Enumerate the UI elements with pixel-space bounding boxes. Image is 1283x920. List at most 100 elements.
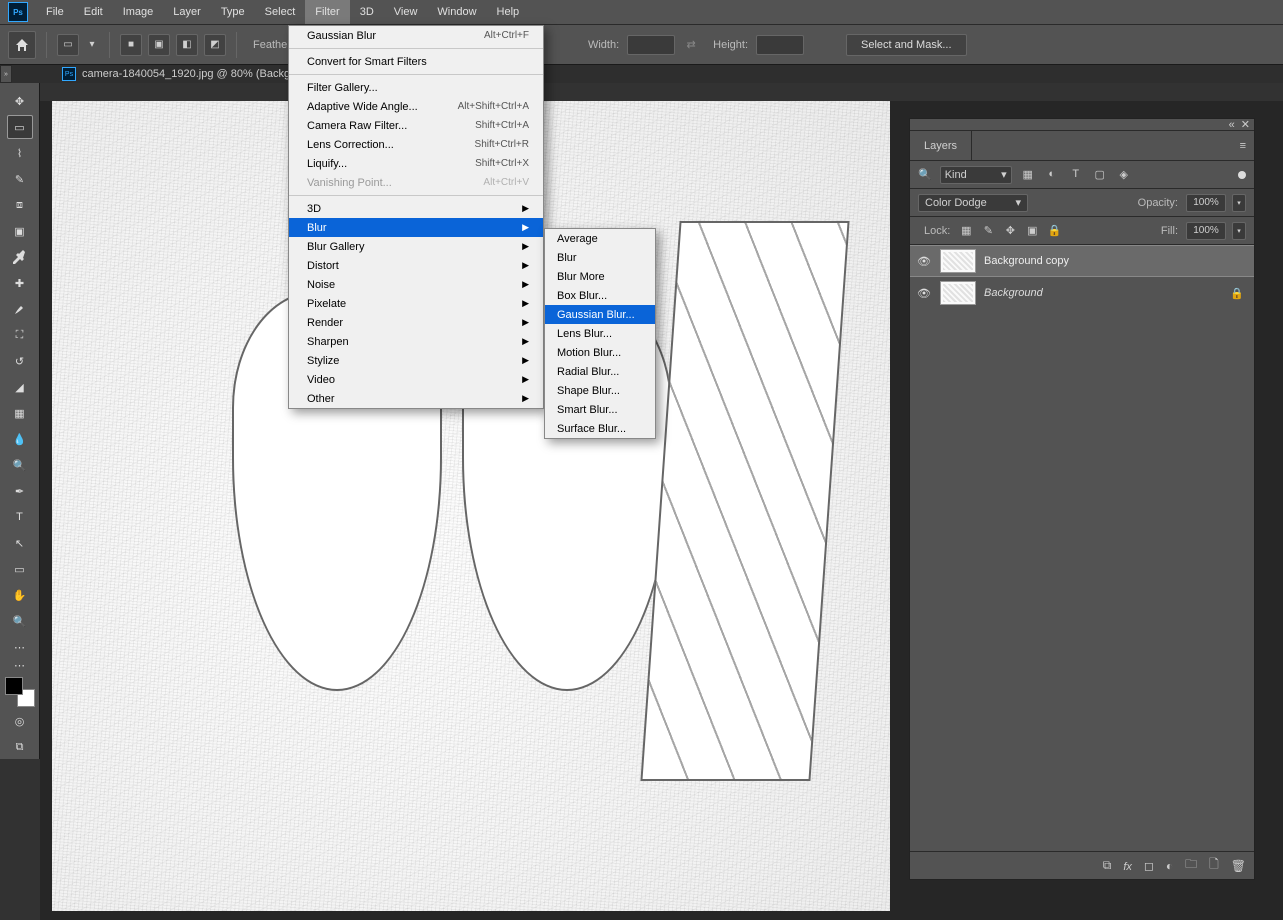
lock-all-icon[interactable]: 🔒 — [1046, 224, 1062, 237]
blur-average[interactable]: Average — [545, 229, 655, 248]
adjustment-layer-icon[interactable]: ◐ — [1166, 859, 1173, 873]
delete-layer-icon[interactable]: 🗑 — [1231, 859, 1246, 873]
layer-name[interactable]: Background — [984, 287, 1043, 299]
tool-gradient[interactable]: ▦ — [7, 401, 33, 425]
menu-image[interactable]: Image — [113, 0, 164, 24]
menu-3d[interactable]: 3D — [350, 0, 384, 24]
filter-noise[interactable]: Noise▶ — [289, 275, 543, 294]
blur-radial[interactable]: Radial Blur... — [545, 362, 655, 381]
layer-thumbnail[interactable] — [940, 249, 976, 273]
visibility-icon[interactable]: 👁 — [916, 287, 932, 300]
filter-render[interactable]: Render▶ — [289, 313, 543, 332]
blur-more[interactable]: Blur More — [545, 267, 655, 286]
filter-sharpen[interactable]: Sharpen▶ — [289, 332, 543, 351]
layer-row[interactable]: 👁 Background 🔒 — [910, 277, 1254, 309]
screen-mode[interactable]: ⧉ — [7, 735, 33, 759]
blend-mode-select[interactable]: Color Dodge ▾ — [918, 194, 1028, 212]
tool-dodge[interactable]: 🔍 — [7, 453, 33, 477]
opacity-field[interactable]: 100% — [1186, 194, 1226, 212]
tool-clone[interactable]: ⛶ — [7, 323, 33, 347]
filter-toggle[interactable] — [1238, 171, 1246, 179]
tool-eraser[interactable]: ◢ — [7, 375, 33, 399]
blur-surface[interactable]: Surface Blur... — [545, 419, 655, 438]
quick-mask[interactable]: ◎ — [7, 709, 33, 733]
filter-kind-select[interactable]: Kind ▾ — [940, 166, 1012, 184]
new-layer-icon[interactable]: 🗋 — [1209, 855, 1219, 876]
tool-path-select[interactable]: ↖ — [7, 531, 33, 555]
blur-smart[interactable]: Smart Blur... — [545, 400, 655, 419]
filter-camera-raw[interactable]: Camera Raw Filter...Shift+Ctrl+A — [289, 116, 543, 135]
layer-fx-icon[interactable]: fx — [1123, 859, 1132, 873]
filter-type-icon[interactable]: T — [1068, 168, 1084, 181]
menu-select[interactable]: Select — [255, 0, 306, 24]
filter-3d[interactable]: 3D▶ — [289, 199, 543, 218]
tool-healing[interactable]: ✚ — [7, 271, 33, 295]
tool-zoom[interactable]: 🔍 — [7, 609, 33, 633]
tool-brush[interactable] — [7, 297, 33, 321]
filter-last-used[interactable]: Gaussian Blur Alt+Ctrl+F — [289, 26, 543, 45]
selection-add[interactable]: ▣ — [148, 34, 170, 56]
selection-subtract[interactable]: ◧ — [176, 34, 198, 56]
filter-adjust-icon[interactable]: ◐ — [1044, 168, 1060, 181]
tool-pen[interactable]: ✒ — [7, 479, 33, 503]
filter-smart-icon[interactable]: ◈ — [1116, 168, 1132, 181]
menu-edit[interactable]: Edit — [74, 0, 113, 24]
filter-liquify[interactable]: Liquify...Shift+Ctrl+X — [289, 154, 543, 173]
selection-new[interactable]: ■ — [120, 34, 142, 56]
tab-layers[interactable]: Layers — [910, 131, 972, 160]
selection-intersect[interactable]: ◩ — [204, 34, 226, 56]
tool-frame[interactable]: ▣ — [7, 219, 33, 243]
filter-convert-smart[interactable]: Convert for Smart Filters — [289, 52, 543, 71]
filter-shape-icon[interactable]: ▢ — [1092, 168, 1108, 181]
filter-other[interactable]: Other▶ — [289, 389, 543, 408]
tool-crop[interactable]: ⧈ — [7, 193, 33, 217]
fill-field[interactable]: 100% — [1186, 222, 1226, 240]
tool-lasso[interactable]: ⌇ — [7, 141, 33, 165]
new-group-icon[interactable]: 🗀 — [1185, 855, 1197, 876]
color-swatches[interactable] — [5, 677, 35, 707]
filter-blur[interactable]: Blur▶ — [289, 218, 543, 237]
tool-type[interactable]: T — [7, 505, 33, 529]
blur-motion[interactable]: Motion Blur... — [545, 343, 655, 362]
filter-gallery[interactable]: Filter Gallery... — [289, 78, 543, 97]
link-layers-icon[interactable]: ⧉ — [1103, 858, 1112, 873]
tool-quick-select[interactable]: ✎ — [7, 167, 33, 191]
tool-eyedropper[interactable] — [7, 245, 33, 269]
filter-stylize[interactable]: Stylize▶ — [289, 351, 543, 370]
height-field[interactable] — [756, 35, 804, 55]
tool-blur[interactable]: 💧 — [7, 427, 33, 451]
panel-collapse-strip[interactable]: » — [0, 65, 12, 83]
tool-history-brush[interactable]: ↺ — [7, 349, 33, 373]
filter-distort[interactable]: Distort▶ — [289, 256, 543, 275]
menu-type[interactable]: Type — [211, 0, 255, 24]
select-and-mask-button[interactable]: Select and Mask... — [846, 34, 967, 56]
filter-lens-correction[interactable]: Lens Correction...Shift+Ctrl+R — [289, 135, 543, 154]
tool-move[interactable]: ✥ — [7, 89, 33, 113]
close-icon[interactable]: ✕ — [1241, 118, 1250, 131]
chevron-down-icon[interactable]: ▾ — [85, 34, 99, 56]
menu-help[interactable]: Help — [487, 0, 530, 24]
lock-artboard-icon[interactable]: ▣ — [1024, 224, 1040, 237]
layer-thumbnail[interactable] — [940, 281, 976, 305]
swap-wh-icon[interactable]: ⇄ — [681, 38, 701, 51]
visibility-icon[interactable]: 👁 — [916, 255, 932, 268]
blur-lens[interactable]: Lens Blur... — [545, 324, 655, 343]
add-mask-icon[interactable]: ◻ — [1144, 859, 1154, 873]
blur-shape[interactable]: Shape Blur... — [545, 381, 655, 400]
filter-pixel-icon[interactable]: ▦ — [1020, 168, 1036, 181]
filter-adaptive-wide-angle[interactable]: Adaptive Wide Angle...Alt+Shift+Ctrl+A — [289, 97, 543, 116]
lock-pixels-icon[interactable]: ✎ — [980, 224, 996, 237]
tool-hand[interactable]: ✋ — [7, 583, 33, 607]
foreground-color-swatch[interactable] — [5, 677, 23, 695]
filter-pixelate[interactable]: Pixelate▶ — [289, 294, 543, 313]
document-tab[interactable]: Ps camera-1840054_1920.jpg @ 80% (Backgr… — [52, 65, 322, 83]
fill-dropdown-icon[interactable]: ▾ — [1232, 222, 1246, 240]
panel-menu-icon[interactable]: ≡ — [1232, 131, 1254, 160]
menu-layer[interactable]: Layer — [163, 0, 211, 24]
tool-marquee[interactable]: ▭ — [7, 115, 33, 139]
tool-edit-toolbar[interactable]: ⋯ — [7, 661, 33, 669]
menu-view[interactable]: View — [384, 0, 428, 24]
tool-shape[interactable]: ▭ — [7, 557, 33, 581]
filter-blur-gallery[interactable]: Blur Gallery▶ — [289, 237, 543, 256]
blur-box[interactable]: Box Blur... — [545, 286, 655, 305]
